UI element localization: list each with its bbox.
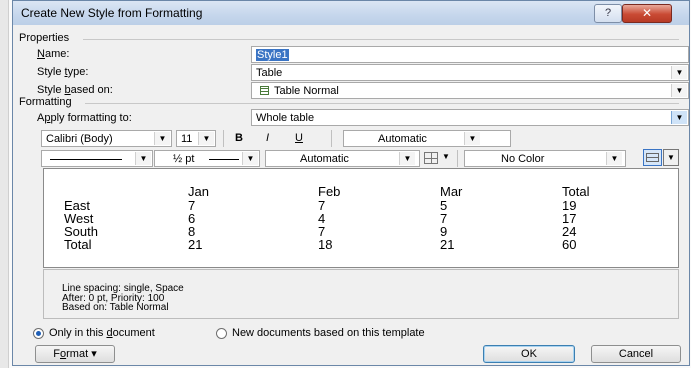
name-input[interactable]: Style1 xyxy=(251,46,689,63)
chevron-down-icon[interactable]: ▼ xyxy=(198,132,214,145)
properties-section-label: Properties xyxy=(19,32,70,44)
apply-formatting-value: Whole table xyxy=(256,112,315,124)
description-line-3: Based on: Table Normal xyxy=(62,302,169,313)
only-this-document-radio[interactable] xyxy=(33,328,44,339)
properties-separator xyxy=(83,39,679,40)
style-description: Line spacing: single, Space After: 0 pt,… xyxy=(43,269,679,319)
ok-button[interactable]: OK xyxy=(483,345,575,363)
preview-cell: 60 xyxy=(562,237,577,252)
shading-select[interactable]: No Color ▼ xyxy=(464,150,626,167)
banded-rows-toggle[interactable] xyxy=(643,149,662,166)
title-bar: Create New Style from Formatting ? ✕ xyxy=(13,1,689,25)
document-edge xyxy=(0,0,9,368)
cancel-button[interactable]: Cancel xyxy=(591,345,681,363)
chevron-down-icon[interactable]: ▼ xyxy=(399,152,415,165)
chevron-down-icon[interactable]: ▼ xyxy=(154,132,170,145)
help-button[interactable]: ? xyxy=(594,4,622,23)
apply-formatting-select[interactable]: Whole table ▼ xyxy=(251,109,689,126)
toolbar-divider xyxy=(331,130,332,147)
chevron-down-icon[interactable]: ▼ xyxy=(671,66,687,79)
shading-value: No Color xyxy=(501,153,545,165)
chevron-down-icon[interactable]: ▼ xyxy=(242,152,258,165)
chevron-down-icon[interactable]: ▼ xyxy=(606,152,622,165)
chevron-down-icon[interactable]: ▼ xyxy=(671,84,687,97)
border-style-select[interactable]: ▼ xyxy=(41,150,153,167)
based-on-label: Style based on: xyxy=(37,84,113,96)
close-icon: ✕ xyxy=(641,6,653,20)
chevron-down-icon[interactable]: ▼ xyxy=(663,149,679,166)
close-button[interactable]: ✕ xyxy=(622,4,672,23)
formatting-section-label: Formatting xyxy=(19,96,72,108)
font-color-value: Automatic xyxy=(378,133,427,145)
font-size-select[interactable]: 11 ▼ xyxy=(176,130,216,147)
border-weight-line xyxy=(209,159,239,160)
new-documents-radio[interactable] xyxy=(216,328,227,339)
borders-icon[interactable] xyxy=(424,152,438,164)
format-button[interactable]: Format ▾ xyxy=(35,345,115,363)
border-weight-value: ½ pt xyxy=(173,153,195,165)
preview-cell: 21 xyxy=(440,237,455,252)
border-color-value: Automatic xyxy=(300,153,349,165)
chevron-down-icon: ▾ xyxy=(91,348,97,360)
dialog-title: Create New Style from Formatting xyxy=(21,6,203,20)
preview-header-feb: Feb xyxy=(318,184,341,199)
preview-cell: 21 xyxy=(188,237,203,252)
style-type-value: Table xyxy=(256,67,283,79)
formatting-separator xyxy=(85,103,679,104)
font-color-select[interactable]: Automatic ▼ xyxy=(343,130,511,147)
table-preview: Jan Feb Mar Total East 7 7 5 19 West 6 4… xyxy=(43,168,679,268)
border-color-select[interactable]: Automatic ▼ xyxy=(265,150,420,167)
based-on-select[interactable]: Table Normal ▼ xyxy=(251,82,689,99)
toolbar-divider xyxy=(457,150,458,167)
preview-cell: 18 xyxy=(318,237,333,252)
name-label: Name: xyxy=(37,48,70,60)
preview-header-total: Total xyxy=(562,184,590,199)
italic-button[interactable]: I xyxy=(266,132,269,144)
border-line-preview xyxy=(50,159,122,160)
font-name-value: Calibri (Body) xyxy=(46,133,113,145)
only-this-document-label[interactable]: Only in this document xyxy=(49,327,155,339)
new-documents-label[interactable]: New documents based on this template xyxy=(232,327,425,339)
style-type-label: Style type: xyxy=(37,66,89,78)
chevron-down-icon[interactable]: ▼ xyxy=(135,152,151,165)
table-style-icon xyxy=(260,86,269,95)
create-style-dialog: Create New Style from Formatting ? ✕ Pro… xyxy=(12,0,690,366)
chevron-down-icon[interactable]: ▼ xyxy=(464,132,480,145)
based-on-value: Table Normal xyxy=(274,85,339,97)
underline-button[interactable]: U xyxy=(295,132,303,144)
chevron-down-icon[interactable]: ▼ xyxy=(671,111,687,124)
bold-button[interactable]: B xyxy=(235,132,243,144)
preview-header-jan: Jan xyxy=(188,184,209,199)
border-weight-select[interactable]: ½ pt ▼ xyxy=(154,150,260,167)
borders-dropdown-chevron-icon[interactable]: ▼ xyxy=(442,152,450,161)
table-layout-icon xyxy=(646,153,659,162)
style-type-select[interactable]: Table ▼ xyxy=(251,64,689,81)
toolbar-divider xyxy=(223,130,224,147)
preview-header-mar: Mar xyxy=(440,184,463,199)
font-size-value: 11 xyxy=(181,133,193,145)
apply-formatting-label: Apply formatting to: xyxy=(37,112,132,124)
name-input-value: Style1 xyxy=(256,49,289,61)
font-name-select[interactable]: Calibri (Body) ▼ xyxy=(41,130,172,147)
preview-row-label: Total xyxy=(64,237,92,252)
